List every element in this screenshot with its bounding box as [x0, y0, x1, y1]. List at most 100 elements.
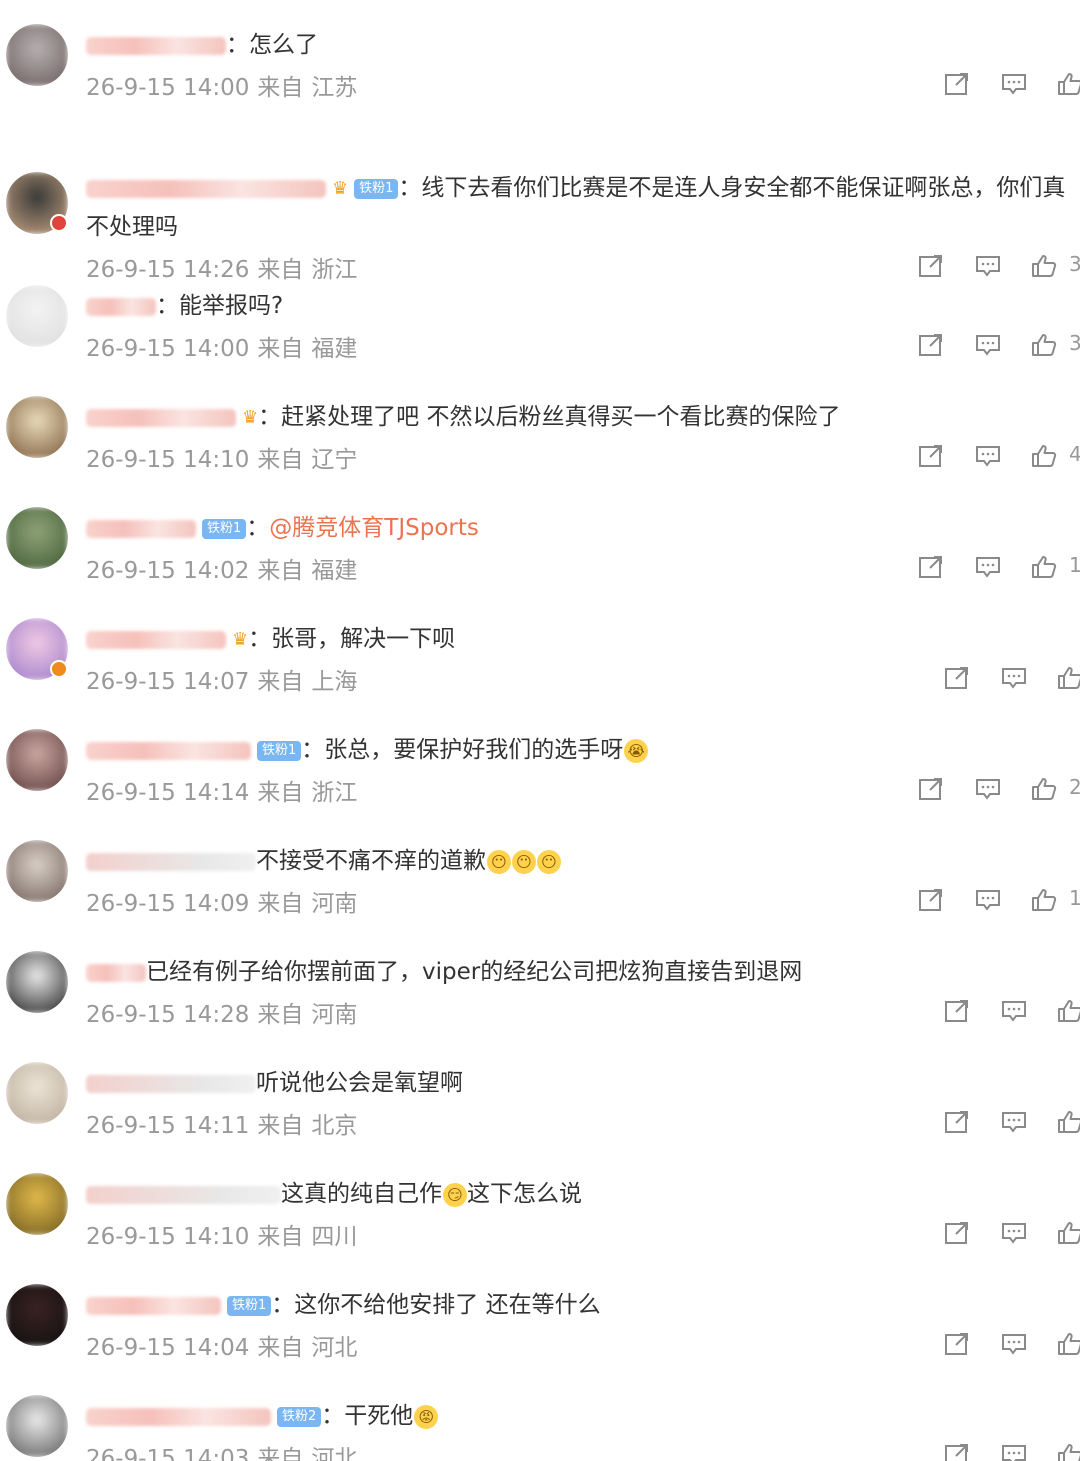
like-icon[interactable] — [1057, 72, 1080, 96]
like-icon[interactable]: 3 — [1031, 331, 1080, 357]
avatar[interactable] — [6, 1062, 68, 1124]
timestamp: 26-9-15 14:04 — [86, 1335, 250, 1361]
username-blurred[interactable] — [86, 963, 146, 982]
avatar[interactable] — [6, 396, 68, 458]
username-blurred[interactable] — [86, 852, 256, 871]
username-blurred[interactable] — [86, 1407, 271, 1426]
mention-link[interactable]: @腾竞体育TJSports — [269, 515, 479, 541]
share-icon[interactable] — [918, 777, 944, 801]
comment-item: 铁粉1 ：张总，要保护好我们的选手呀 😭 26-9-15 14:14 来自 浙江 2 — [0, 707, 1080, 818]
like-icon[interactable] — [1057, 999, 1080, 1023]
timestamp: 26-9-15 14:02 — [86, 558, 250, 584]
like-count: 2 — [1069, 775, 1080, 799]
timestamp: 26-9-15 14:14 — [86, 780, 250, 806]
username-blurred[interactable] — [86, 1296, 221, 1315]
comment-text: ：干死他 — [321, 1403, 414, 1429]
comment-text: ： — [246, 515, 270, 541]
timestamp: 26-9-15 14:10 — [86, 447, 250, 473]
comment-icon[interactable] — [1001, 666, 1027, 690]
avatar[interactable] — [6, 1173, 68, 1235]
like-icon[interactable]: 4 — [1031, 442, 1080, 468]
username-blurred[interactable] — [86, 297, 156, 316]
comment-meta: 26-9-15 14:28 来自 河南 — [86, 995, 357, 1029]
avatar[interactable] — [6, 840, 68, 902]
comment-content: ♛ 铁粉1 ：线下去看你们比赛是不是连人身安全都不能保证啊张总，你们真不处理吗 — [86, 169, 1076, 246]
username-blurred[interactable] — [86, 519, 196, 538]
comment-icon[interactable] — [1001, 72, 1027, 96]
share-icon[interactable] — [944, 1221, 970, 1245]
avatar[interactable] — [6, 1395, 68, 1457]
comment-icon[interactable] — [1001, 1443, 1027, 1461]
comment-icon[interactable] — [975, 444, 1001, 468]
share-icon[interactable] — [918, 555, 944, 579]
comment-icon[interactable] — [1001, 999, 1027, 1023]
crown-badge-icon: ♛ — [332, 177, 349, 199]
timestamp: 26-9-15 14:09 — [86, 891, 250, 917]
comment-icon[interactable] — [975, 555, 1001, 579]
share-icon[interactable] — [944, 1110, 970, 1134]
comment-content: 这真的纯自己作 😏 这下怎么说 — [86, 1175, 1076, 1213]
share-icon[interactable] — [918, 888, 944, 912]
avatar[interactable] — [6, 951, 68, 1013]
avatar-image — [6, 396, 68, 458]
share-icon[interactable] — [918, 333, 944, 357]
timestamp: 26-9-15 14:28 — [86, 1002, 250, 1028]
comment-icon[interactable] — [1001, 1221, 1027, 1245]
from-label: 来自 — [257, 1002, 304, 1028]
like-icon[interactable] — [1057, 1332, 1080, 1356]
comment-icon[interactable] — [975, 333, 1001, 357]
region: 江苏 — [311, 75, 358, 101]
comment-icon[interactable] — [975, 888, 1001, 912]
comment-icon[interactable] — [1001, 1110, 1027, 1134]
share-icon[interactable] — [944, 1332, 970, 1356]
comment-content: ：能举报吗? — [86, 287, 1076, 325]
timestamp: 26-9-15 14:00 — [86, 75, 250, 101]
like-icon[interactable] — [1057, 1221, 1080, 1245]
like-icon[interactable] — [1057, 1443, 1080, 1461]
comment-meta: 26-9-15 14:02 来自 福建 — [86, 551, 357, 585]
share-icon[interactable] — [918, 444, 944, 468]
username-blurred[interactable] — [86, 36, 226, 55]
from-label: 来自 — [257, 1224, 304, 1250]
from-label: 来自 — [257, 336, 304, 362]
username-blurred[interactable] — [86, 630, 226, 649]
like-icon[interactable]: 1 — [1031, 886, 1080, 912]
comment-icon[interactable] — [1001, 1332, 1027, 1356]
like-icon[interactable]: 1 — [1031, 553, 1080, 579]
region: 辽宁 — [311, 447, 358, 473]
avatar[interactable] — [6, 729, 68, 791]
share-icon[interactable] — [944, 999, 970, 1023]
comment-text: 不接受不痛不痒的道歉 — [256, 848, 486, 874]
comment-item: 铁粉1 ：@腾竞体育TJSports 26-9-15 14:02 来自 福建 1 — [0, 485, 1080, 596]
like-icon[interactable] — [1057, 666, 1080, 690]
avatar[interactable] — [6, 24, 68, 86]
comment-text: ：能举报吗? — [156, 293, 284, 319]
from-label: 来自 — [257, 1446, 304, 1461]
emoji-icon: 😶 — [537, 849, 561, 874]
username-blurred[interactable] — [86, 179, 326, 198]
fan-badge: 铁粉1 — [202, 518, 247, 539]
comment-icon[interactable] — [975, 777, 1001, 801]
avatar[interactable] — [6, 507, 68, 569]
region: 上海 — [311, 669, 358, 695]
avatar[interactable] — [6, 285, 68, 347]
from-label: 来自 — [257, 558, 304, 584]
like-icon[interactable] — [1057, 1110, 1080, 1134]
avatar-image — [6, 285, 68, 347]
username-blurred[interactable] — [86, 408, 236, 427]
comment-content: 已经有例子给你摆前面了，viper的经纪公司把炫狗直接告到退网 — [86, 953, 1076, 991]
username-blurred[interactable] — [86, 741, 251, 760]
share-icon[interactable] — [944, 1443, 970, 1461]
like-icon[interactable]: 2 — [1031, 775, 1080, 801]
share-icon[interactable] — [944, 72, 970, 96]
from-label: 来自 — [257, 780, 304, 806]
comment-item: 已经有例子给你摆前面了，viper的经纪公司把炫狗直接告到退网 26-9-15 1… — [0, 929, 1080, 1040]
share-icon[interactable] — [944, 666, 970, 690]
comment-item: ：能举报吗? 26-9-15 14:00 来自 福建 3 — [0, 263, 1080, 374]
username-blurred[interactable] — [86, 1074, 256, 1093]
avatar-image — [6, 507, 68, 569]
timestamp: 26-9-15 14:10 — [86, 1224, 250, 1250]
avatar[interactable] — [6, 1284, 68, 1346]
username-blurred[interactable] — [86, 1185, 281, 1204]
region: 四川 — [311, 1224, 358, 1250]
